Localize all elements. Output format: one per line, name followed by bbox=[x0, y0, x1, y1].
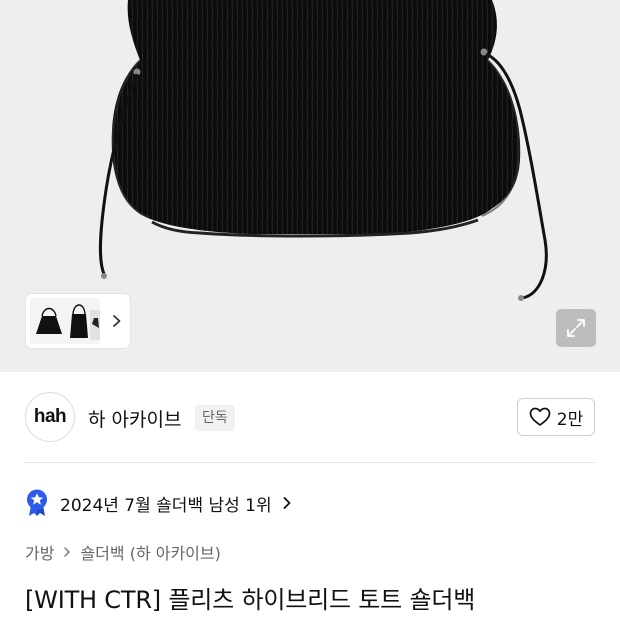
product-title: [WITH CTR] 플리츠 하이브리드 토트 숄더백 bbox=[25, 586, 476, 614]
expand-arrows-icon bbox=[567, 319, 585, 337]
thumbnail-strip[interactable] bbox=[26, 294, 130, 348]
chevron-right-icon bbox=[64, 547, 71, 557]
like-button[interactable]: 2만 bbox=[517, 398, 595, 436]
brand-name[interactable]: 하 아카이브 bbox=[88, 405, 181, 432]
ranking-link[interactable]: 2024년 7월 숄더백 남성 1위 bbox=[25, 488, 293, 518]
ranking-text: 2024년 7월 숄더백 남성 1위 bbox=[60, 495, 272, 516]
breadcrumb-item-subcategory[interactable]: 숄더백 (하 아카이브) bbox=[80, 540, 220, 564]
star-medal-icon bbox=[27, 489, 47, 516]
thumbnail-image[interactable] bbox=[30, 298, 100, 344]
like-count: 2만 bbox=[556, 409, 584, 430]
brand-logo[interactable]: hah bbox=[25, 392, 75, 442]
expand-image-button[interactable] bbox=[556, 309, 596, 347]
divider bbox=[25, 462, 595, 463]
brand-row: hah 하 아카이브 단독 2만 bbox=[0, 372, 620, 462]
product-image-gallery[interactable] bbox=[0, 0, 620, 372]
chevron-right-icon bbox=[283, 497, 291, 509]
exclusive-badge: 단독 bbox=[195, 405, 235, 431]
breadcrumb-item-category[interactable]: 가방 bbox=[25, 540, 54, 564]
heart-outline-icon bbox=[529, 407, 551, 426]
thumbnail-bags-graphic bbox=[36, 304, 100, 340]
breadcrumb: 가방 숄더백 (하 아카이브) bbox=[25, 539, 221, 565]
chevron-right-icon bbox=[113, 315, 121, 327]
